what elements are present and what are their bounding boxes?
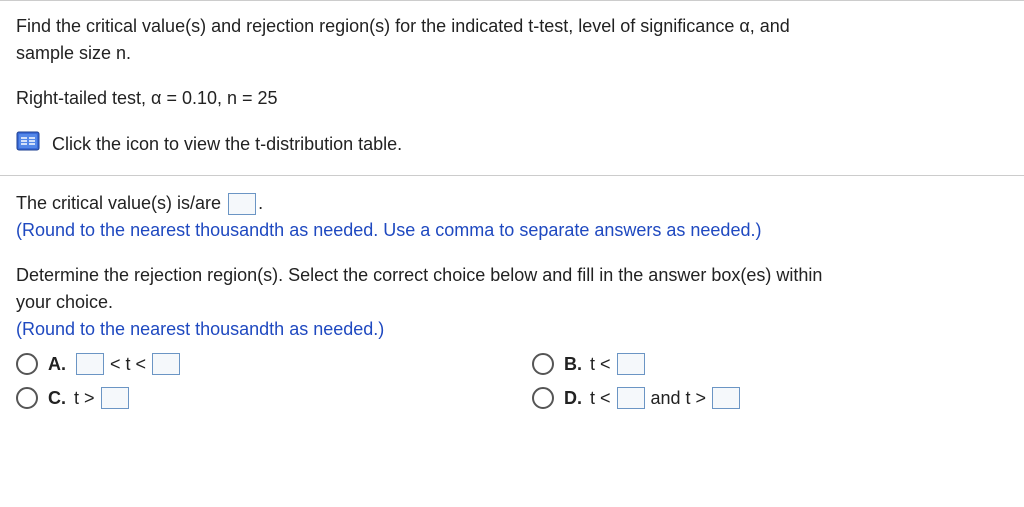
choice-b-body: B. t <	[564, 353, 647, 375]
test-parameters: Right-tailed test, α = 0.10, n = 25	[16, 85, 1008, 112]
choice-c-body: C. t >	[48, 387, 131, 409]
critical-value-input[interactable]	[228, 193, 256, 215]
radio-a[interactable]	[16, 353, 38, 375]
choice-d-body: D. t < and t >	[564, 387, 742, 409]
choice-b-input-1[interactable]	[617, 353, 645, 375]
choice-d-input-2[interactable]	[712, 387, 740, 409]
problem-statement: Find the critical value(s) and rejection…	[16, 13, 1008, 67]
choice-grid: A. < t < B. t < C. t >	[16, 353, 1008, 409]
cv-prompt-suffix: .	[258, 193, 263, 213]
radio-b[interactable]	[532, 353, 554, 375]
intro-text-line2: sample size n.	[16, 43, 131, 63]
critical-value-section: The critical value(s) is/are . (Round to…	[16, 190, 1008, 244]
choice-d-label: D.	[564, 388, 582, 409]
choice-a[interactable]: A. < t <	[16, 353, 492, 375]
choice-b[interactable]: B. t <	[532, 353, 1008, 375]
table-link-text[interactable]: Click the icon to view the t-distributio…	[52, 134, 402, 155]
choice-a-input-1[interactable]	[76, 353, 104, 375]
choice-b-label: B.	[564, 354, 582, 375]
divider	[0, 175, 1024, 176]
choice-d-input-1[interactable]	[617, 387, 645, 409]
book-icon[interactable]	[16, 130, 42, 159]
choice-d-text-2: and t >	[651, 388, 707, 409]
choice-a-body: A. < t <	[48, 353, 182, 375]
choice-c-label: C.	[48, 388, 66, 409]
choice-c-text: t >	[74, 388, 95, 409]
choice-c[interactable]: C. t >	[16, 387, 492, 409]
cv-instruction: (Round to the nearest thousandth as need…	[16, 220, 761, 240]
radio-d[interactable]	[532, 387, 554, 409]
radio-c[interactable]	[16, 387, 38, 409]
choice-d-text-1: t <	[590, 388, 611, 409]
intro-text-line1: Find the critical value(s) and rejection…	[16, 16, 790, 36]
question-container: Find the critical value(s) and rejection…	[0, 0, 1024, 417]
choice-a-label: A.	[48, 354, 66, 375]
rr-prompt-line2: your choice.	[16, 292, 113, 312]
choice-a-text: < t <	[110, 354, 146, 375]
rr-instruction: (Round to the nearest thousandth as need…	[16, 319, 384, 339]
choice-a-input-2[interactable]	[152, 353, 180, 375]
rr-prompt-line1: Determine the rejection region(s). Selec…	[16, 265, 822, 285]
cv-prompt-prefix: The critical value(s) is/are	[16, 193, 226, 213]
choice-c-input-1[interactable]	[101, 387, 129, 409]
choice-d[interactable]: D. t < and t >	[532, 387, 1008, 409]
table-link-row: Click the icon to view the t-distributio…	[16, 130, 1008, 159]
rejection-region-section: Determine the rejection region(s). Selec…	[16, 262, 1008, 343]
choice-b-text: t <	[590, 354, 611, 375]
